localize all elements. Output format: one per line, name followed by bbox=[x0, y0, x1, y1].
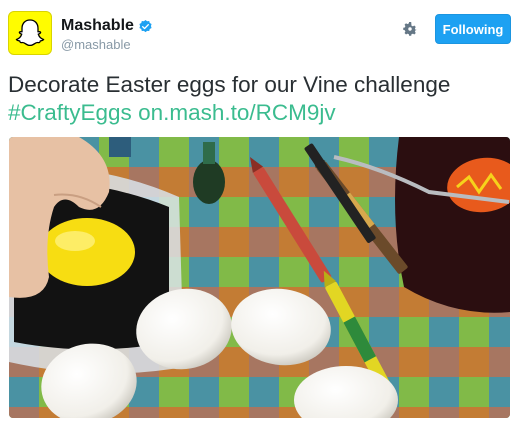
account-handle[interactable]: @mashable bbox=[61, 37, 131, 52]
gear-icon[interactable] bbox=[401, 20, 419, 38]
hashtag-link[interactable]: #CraftyEggs bbox=[8, 100, 132, 125]
url-link[interactable]: on.mash.to/RCM9jv bbox=[138, 100, 336, 125]
avatar[interactable] bbox=[8, 11, 52, 55]
tweet-photo[interactable] bbox=[9, 137, 510, 418]
account-name[interactable]: Mashable bbox=[61, 17, 134, 35]
tweet-body: Decorate Easter eggs for our Vine challe… bbox=[8, 72, 451, 97]
snapchat-ghost-icon bbox=[15, 19, 45, 47]
tweet-text: Decorate Easter eggs for our Vine challe… bbox=[8, 71, 513, 127]
photo-easter-eggs bbox=[9, 137, 510, 418]
following-button[interactable]: Following bbox=[435, 14, 511, 44]
verified-badge-icon bbox=[138, 19, 153, 34]
account-name-line: Mashable bbox=[61, 17, 153, 35]
